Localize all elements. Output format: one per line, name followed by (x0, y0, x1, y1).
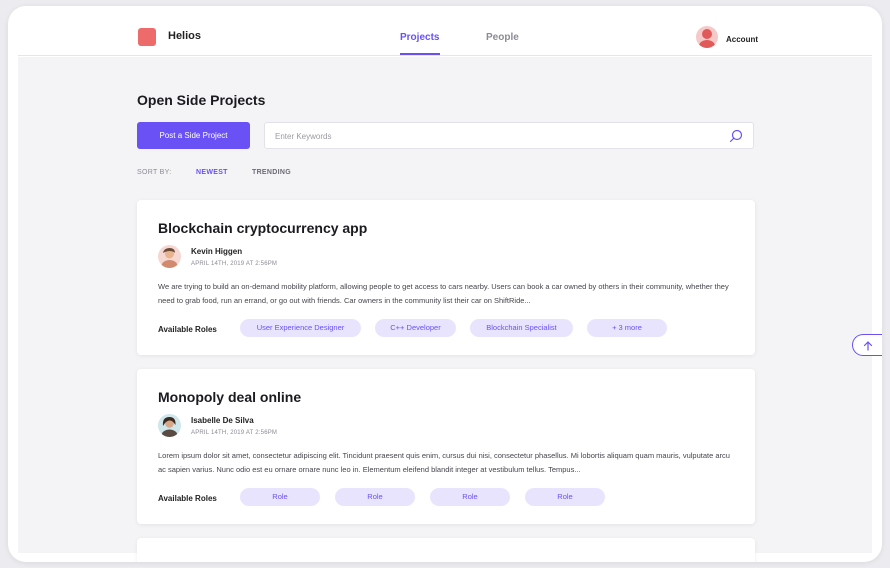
project-card[interactable] (137, 538, 755, 562)
sort-newest[interactable]: NEWEST (196, 169, 228, 176)
available-roles-label: Available Roles (158, 494, 217, 503)
author-name[interactable]: Kevin Higgen (191, 247, 242, 256)
tab-people[interactable]: People (486, 32, 519, 43)
sort-by-label: SORT BY: (137, 169, 172, 176)
search-bar (264, 122, 754, 149)
role-chip[interactable]: User Experience Designer (240, 319, 361, 337)
main-content: Open Side Projects Post a Side Project S… (18, 57, 882, 562)
role-chip[interactable]: Blockchain Specialist (470, 319, 573, 337)
available-roles-label: Available Roles (158, 325, 217, 334)
author-avatar[interactable] (158, 245, 181, 268)
project-title[interactable]: Monopoly deal online (158, 389, 301, 405)
project-card[interactable]: Blockchain cryptocurrency app Kevin Higg… (137, 200, 755, 355)
role-chip[interactable]: Role (335, 488, 415, 506)
account-avatar-icon[interactable] (696, 26, 718, 48)
project-card[interactable]: Monopoly deal online Isabelle De Silva A… (137, 369, 755, 524)
post-date: APRIL 14TH, 2019 AT 2:56PM (191, 430, 278, 436)
project-title[interactable]: Blockchain cryptocurrency app (158, 220, 367, 236)
project-description: Lorem ipsum dolor sit amet, consectetur … (158, 451, 730, 474)
author-name[interactable]: Isabelle De Silva (191, 416, 254, 425)
sort-trending[interactable]: TRENDING (252, 169, 291, 176)
active-tab-indicator (400, 53, 440, 55)
page-title: Open Side Projects (137, 92, 266, 108)
tab-projects[interactable]: Projects (400, 32, 439, 43)
role-chip[interactable]: Role (525, 488, 605, 506)
arrow-up-icon (863, 341, 873, 351)
search-input[interactable] (275, 128, 715, 144)
logo-icon[interactable] (138, 28, 156, 46)
app-window: Helios Projects People Account Open Side… (8, 6, 882, 562)
brand-name[interactable]: Helios (168, 30, 201, 42)
author-avatar[interactable] (158, 414, 181, 437)
search-icon[interactable] (729, 129, 743, 143)
project-description: We are trying to build an on-demand mobi… (158, 282, 729, 305)
scroll-to-top-button[interactable] (852, 334, 882, 356)
post-side-project-button[interactable]: Post a Side Project (137, 122, 250, 149)
role-chip[interactable]: Role (240, 488, 320, 506)
account-link[interactable]: Account (726, 35, 758, 44)
post-date: APRIL 14TH, 2019 AT 2:56PM (191, 261, 278, 267)
more-roles-chip[interactable]: + 3 more (587, 319, 667, 337)
role-chip[interactable]: Role (430, 488, 510, 506)
top-navigation-bar: Helios Projects People Account (18, 6, 872, 56)
role-chip[interactable]: C++ Developer (375, 319, 456, 337)
